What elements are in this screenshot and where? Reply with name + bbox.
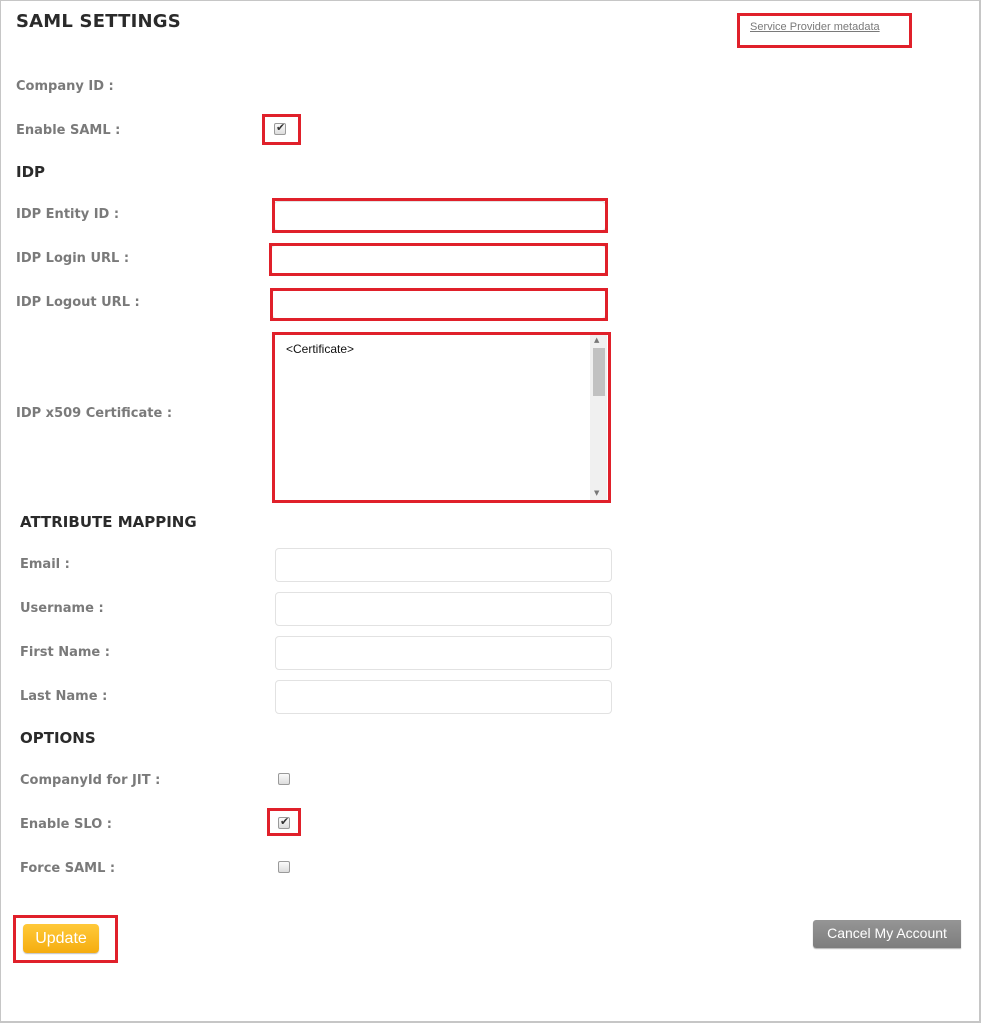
page-title: SAML SETTINGS xyxy=(16,11,181,32)
page-frame xyxy=(0,0,981,1023)
idp-certificate-label: IDP x509 Certificate : xyxy=(16,406,173,421)
enable-saml-label: Enable SAML : xyxy=(16,123,121,138)
last-name-input[interactable] xyxy=(275,680,612,714)
username-label: Username : xyxy=(20,601,104,616)
idp-logout-url-label: IDP Logout URL : xyxy=(16,295,140,310)
enable-saml-checkbox[interactable]: ✔ xyxy=(274,121,286,135)
cancel-account-button[interactable]: Cancel My Account xyxy=(813,920,961,948)
check-icon: ✔ xyxy=(276,121,286,134)
companyid-jit-checkbox[interactable] xyxy=(278,773,290,785)
update-button[interactable]: Update xyxy=(23,924,99,953)
email-label: Email : xyxy=(20,557,70,572)
check-icon: ✔ xyxy=(280,815,290,828)
company-id-label: Company ID : xyxy=(16,79,114,94)
enable-slo-label: Enable SLO : xyxy=(20,817,112,832)
last-name-label: Last Name : xyxy=(20,689,108,704)
idp-login-url-label: IDP Login URL : xyxy=(16,251,130,266)
first-name-label: First Name : xyxy=(20,645,110,660)
email-input[interactable] xyxy=(275,548,612,582)
highlight-box xyxy=(269,243,608,276)
service-provider-metadata-link[interactable]: Service Provider metadata xyxy=(750,21,880,33)
force-saml-checkbox[interactable] xyxy=(278,861,290,873)
options-heading: OPTIONS xyxy=(20,729,96,747)
attribute-mapping-heading: ATTRIBUTE MAPPING xyxy=(20,513,197,531)
companyid-jit-label: CompanyId for JIT : xyxy=(20,773,161,788)
force-saml-label: Force SAML : xyxy=(20,861,116,876)
highlight-box xyxy=(272,198,608,233)
highlight-box xyxy=(270,288,608,321)
idp-entity-id-label: IDP Entity ID : xyxy=(16,207,120,222)
highlight-box xyxy=(272,332,611,503)
enable-slo-checkbox[interactable]: ✔ xyxy=(278,815,290,829)
first-name-input[interactable] xyxy=(275,636,612,670)
idp-heading: IDP xyxy=(16,163,46,181)
username-input[interactable] xyxy=(275,592,612,626)
